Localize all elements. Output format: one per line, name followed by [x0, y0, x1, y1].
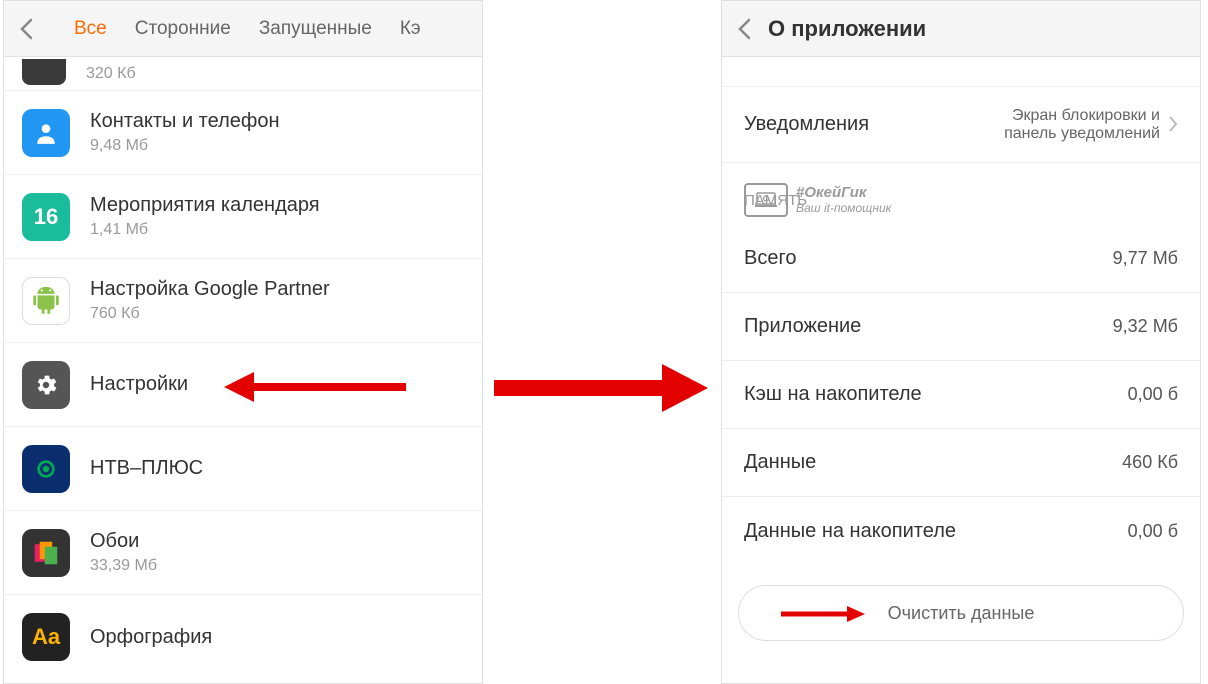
annotation-arrow-icon: [779, 604, 867, 624]
app-name: Орфография: [90, 626, 212, 649]
ntv-icon: [22, 445, 70, 493]
topbar: О приложении: [722, 1, 1200, 57]
value: 9,32 Мб: [1113, 316, 1178, 337]
app-name: НТВ–ПЛЮС: [90, 457, 203, 480]
watermark-title: #ОкейГик: [796, 185, 891, 202]
app-name: Настройки: [90, 373, 188, 396]
spacer: [722, 57, 1200, 87]
screen-app-list: Все Сторонние Запущенные Кэ 320 Кб Конта…: [3, 0, 483, 684]
page-title: О приложении: [768, 16, 926, 42]
chevron-right-icon: [1168, 112, 1178, 138]
notifications-label: Уведомления: [744, 113, 869, 136]
screen-app-info: О приложении Уведомления Экран блокировк…: [721, 0, 1201, 684]
memory-details: Всего 9,77 Мб Приложение 9,32 Мб Кэш на …: [722, 225, 1200, 565]
gear-icon: [22, 361, 70, 409]
spellcheck-icon: Aa: [22, 613, 70, 661]
app-size: 33,39 Мб: [90, 557, 157, 575]
row-data: Данные 460 Кб: [722, 429, 1200, 497]
value: 0,00 б: [1128, 521, 1178, 542]
app-icon: [22, 59, 66, 85]
value: 0,00 б: [1128, 384, 1178, 405]
contacts-icon: [22, 109, 70, 157]
list-item-wallpaper[interactable]: Обои 33,39 Мб: [4, 511, 482, 595]
row-notifications[interactable]: Уведомления Экран блокировки и панель ув…: [722, 87, 1200, 163]
back-icon[interactable]: [730, 15, 758, 43]
list-item-settings[interactable]: Настройки: [4, 343, 482, 427]
topbar: Все Сторонние Запущенные Кэ: [4, 1, 482, 57]
clear-data-label: Очистить данные: [888, 603, 1035, 624]
tab-thirdparty[interactable]: Сторонние: [135, 18, 231, 40]
row-cache: Кэш на накопителе 0,00 б: [722, 361, 1200, 429]
list-item-google-partner[interactable]: Настройка Google Partner 760 Кб: [4, 259, 482, 343]
app-size: 1,41 Мб: [90, 221, 320, 239]
app-size: 760 Кб: [90, 305, 330, 323]
label: Приложение: [744, 315, 861, 338]
app-size: 320 Кб: [86, 65, 136, 83]
label: Данные: [744, 451, 816, 474]
label: Всего: [744, 247, 796, 270]
back-icon[interactable]: [12, 15, 40, 43]
list-item-spellcheck[interactable]: Aa Орфография: [4, 595, 482, 679]
list-item-ntv[interactable]: НТВ–ПЛЮС: [4, 427, 482, 511]
row-app: Приложение 9,32 Мб: [722, 293, 1200, 361]
list-item-contacts[interactable]: Контакты и телефон 9,48 Мб: [4, 91, 482, 175]
label: Кэш на накопителе: [744, 383, 922, 406]
tabs-bar: Все Сторонние Запущенные Кэ: [74, 18, 421, 40]
app-name: Контакты и телефон: [90, 110, 279, 133]
wallpaper-icon: [22, 529, 70, 577]
notifications-value: Экран блокировки и панель уведомлений: [960, 107, 1160, 143]
value: 9,77 Мб: [1113, 248, 1178, 269]
clear-data-button[interactable]: Очистить данные: [738, 585, 1184, 641]
list-item[interactable]: 320 Кб: [4, 57, 482, 91]
calendar-icon: 16: [22, 193, 70, 241]
annotation-arrow-icon: [490, 360, 710, 416]
row-total: Всего 9,77 Мб: [722, 225, 1200, 293]
app-list: 320 Кб Контакты и телефон 9,48 Мб 16 Мер…: [4, 57, 482, 679]
tab-running[interactable]: Запущенные: [259, 18, 372, 40]
android-icon: [22, 277, 70, 325]
list-item-calendar[interactable]: 16 Мероприятия календаря 1,41 Мб: [4, 175, 482, 259]
laptop-icon: [744, 183, 788, 217]
watermark-sub: Ваш it-помощник: [796, 202, 891, 215]
label: Данные на накопителе: [744, 520, 956, 543]
app-name: Обои: [90, 530, 157, 553]
app-size: 9,48 Мб: [90, 137, 279, 155]
app-name: Мероприятия календаря: [90, 194, 320, 217]
tab-all[interactable]: Все: [74, 18, 107, 40]
app-name: Настройка Google Partner: [90, 278, 330, 301]
tab-cache[interactable]: Кэ: [400, 18, 421, 40]
row-data-storage: Данные на накопителе 0,00 б: [722, 497, 1200, 565]
section-memory: ПАМЯТЬ #ОкейГик Ваш it-помощник: [722, 163, 1200, 225]
watermark: #ОкейГик Ваш it-помощник: [744, 183, 891, 217]
value: 460 Кб: [1122, 452, 1178, 473]
